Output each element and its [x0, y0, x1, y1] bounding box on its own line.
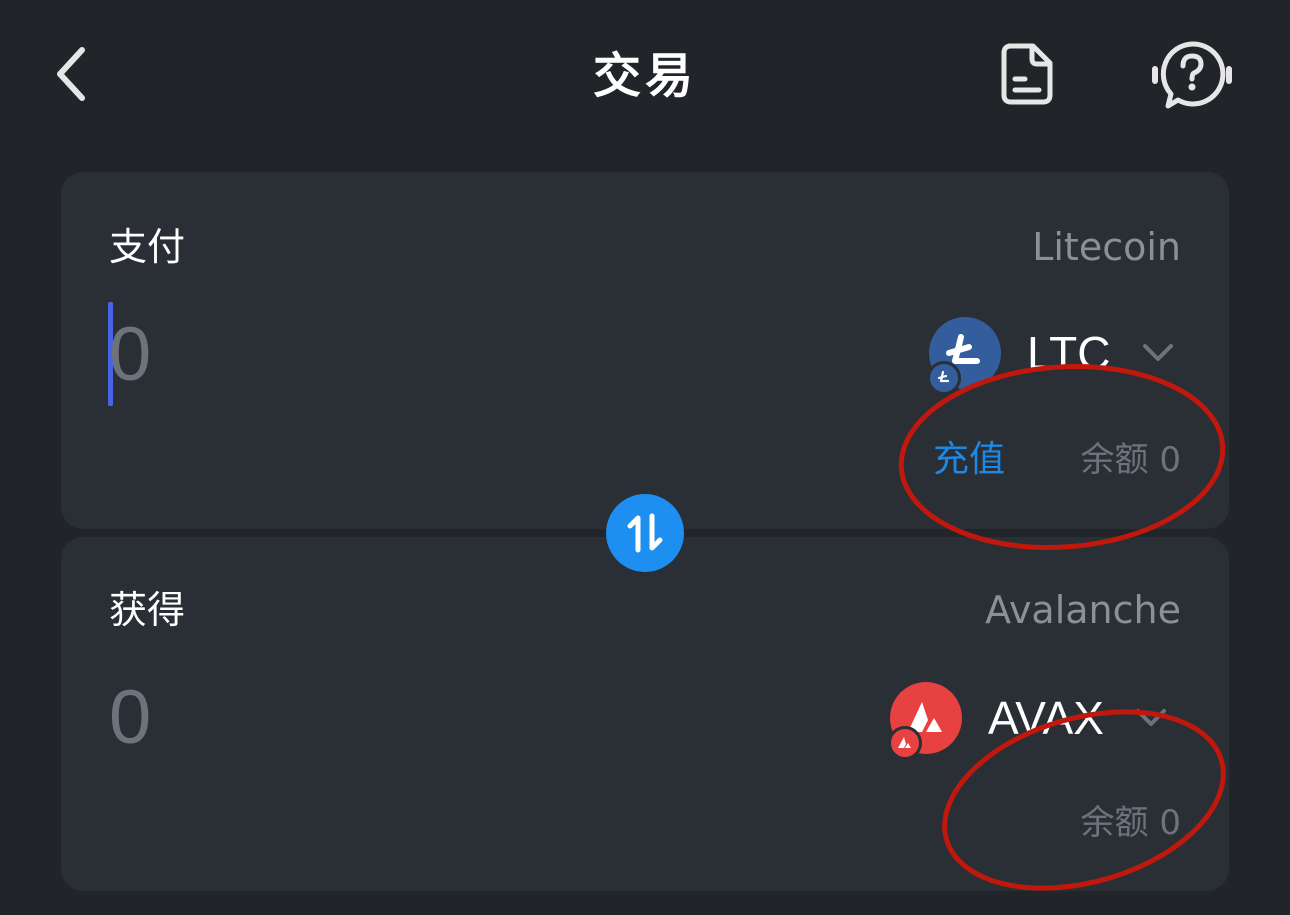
pay-network: Litecoin: [1032, 225, 1181, 269]
avalanche-network-badge-icon: [888, 726, 922, 760]
receive-network: Avalanche: [985, 588, 1181, 632]
header: 交易: [0, 0, 1290, 150]
receive-token-symbol: AVAX: [988, 692, 1104, 744]
records-button[interactable]: [994, 38, 1060, 110]
pay-balance: 余额 0: [1080, 440, 1181, 480]
swap-direction-button[interactable]: [606, 494, 684, 572]
receive-amount: 0: [109, 675, 152, 760]
help-button[interactable]: [1146, 36, 1238, 112]
swap-arrows-icon: [627, 513, 663, 553]
pay-amount-input[interactable]: 0: [109, 310, 151, 400]
receive-label: 获得: [109, 588, 186, 632]
deposit-link[interactable]: 充值: [933, 436, 1005, 484]
receive-card: 获得 Avalanche 0 AVAX 余额 0: [61, 537, 1229, 891]
swap-screen: 交易 支付 Litecoin 0 LTC 充值 余额 0 获得 Avalanch…: [0, 0, 1290, 915]
litecoin-icon: [927, 317, 1001, 395]
litecoin-network-badge-icon: [927, 361, 961, 395]
chevron-down-icon: [1141, 336, 1175, 370]
pay-card: 支付 Litecoin 0 LTC 充值 余额 0: [61, 172, 1229, 529]
pay-token-selector[interactable]: LTC: [927, 317, 1175, 395]
page-title: 交易: [592, 48, 697, 104]
chevron-down-icon: [1134, 701, 1168, 735]
receive-balance: 余额 0: [1080, 803, 1181, 843]
avalanche-icon: [888, 682, 962, 760]
help-chat-icon: [1152, 41, 1232, 109]
pay-label: 支付: [109, 225, 186, 269]
pay-token-symbol: LTC: [1027, 327, 1111, 379]
document-icon: [1001, 43, 1053, 105]
receive-token-selector[interactable]: AVAX: [888, 682, 1168, 760]
